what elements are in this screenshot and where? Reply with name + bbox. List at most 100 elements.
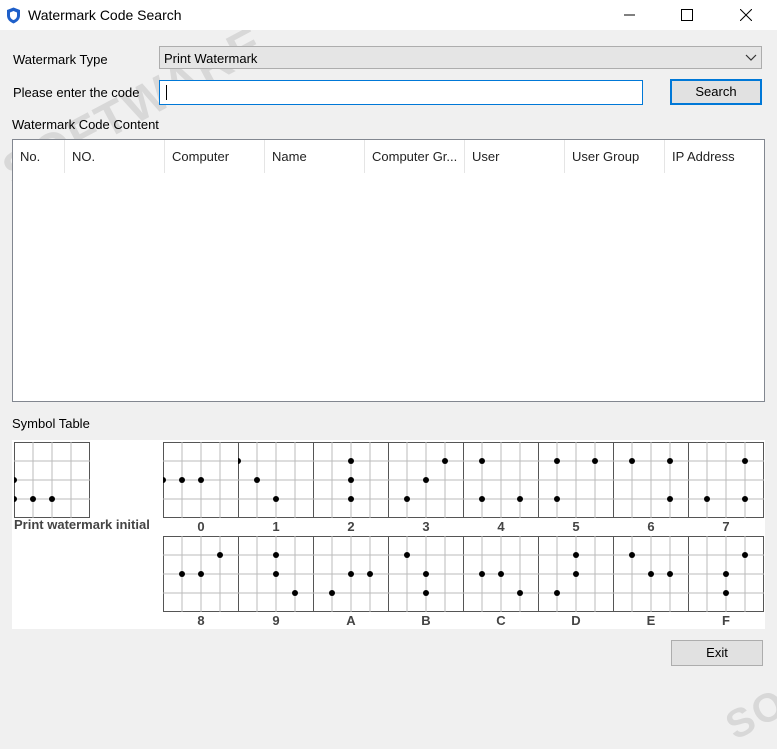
symbol-dot: [742, 496, 748, 502]
close-button[interactable]: [723, 0, 769, 30]
symbol-label-d: D: [571, 613, 581, 628]
window-title: Watermark Code Search: [28, 7, 182, 23]
maximize-icon: [681, 9, 693, 21]
close-icon: [740, 9, 752, 21]
code-content-table[interactable]: No. NO. Computer Name Computer Gr... Use…: [12, 139, 765, 402]
code-input[interactable]: [159, 80, 643, 105]
minimize-button[interactable]: [607, 0, 653, 30]
symbol-label-c: C: [496, 613, 506, 628]
symbol-dot: [348, 477, 354, 483]
column-header-user-group[interactable]: User Group: [565, 140, 665, 173]
symbol-dot: [648, 571, 654, 577]
symbol-dot: [592, 458, 598, 464]
symbol-table-label: Symbol Table: [12, 416, 90, 431]
symbol-label-a: A: [346, 613, 356, 628]
symbol-label-4: 4: [497, 519, 505, 534]
symbol-dot: [423, 590, 429, 596]
symbol-dot: [329, 590, 335, 596]
column-header-no-1[interactable]: No.: [13, 140, 65, 173]
symbol-dot: [742, 552, 748, 558]
column-header-computer-group[interactable]: Computer Gr...: [365, 140, 465, 173]
symbol-grid-2: [313, 442, 389, 518]
symbol-dot: [573, 552, 579, 558]
text-caret: [166, 85, 167, 100]
symbol-dot: [667, 496, 673, 502]
symbol-dot: [348, 571, 354, 577]
symbol-dot: [554, 496, 560, 502]
symbol-dot: [273, 571, 279, 577]
symbol-label-3: 3: [422, 519, 430, 534]
symbol-label-0: 0: [197, 519, 205, 534]
symbol-grid-d: [538, 536, 614, 612]
symbol-dot: [404, 496, 410, 502]
symbol-dot: [217, 552, 223, 558]
symbol-dot: [498, 571, 504, 577]
code-label: Please enter the code: [13, 85, 140, 100]
exit-button[interactable]: Exit: [671, 640, 763, 666]
symbol-dot: [723, 590, 729, 596]
symbol-dot: [554, 590, 560, 596]
shield-icon: [7, 7, 20, 24]
symbol-dot: [423, 477, 429, 483]
symbol-dot: [704, 496, 710, 502]
symbol-grid-3: [388, 442, 464, 518]
watermark-type-value: Print Watermark: [164, 51, 258, 66]
symbol-grid-b: [388, 536, 464, 612]
symbol-dot: [629, 552, 635, 558]
column-header-name[interactable]: Name: [265, 140, 365, 173]
symbol-dot: [367, 571, 373, 577]
symbol-grid-c: [463, 536, 539, 612]
symbol-grid-9: [238, 536, 314, 612]
column-header-user[interactable]: User: [465, 140, 565, 173]
symbol-dot: [404, 552, 410, 558]
symbol-dot: [479, 571, 485, 577]
symbol-grid-a: [313, 536, 389, 612]
symbol-dot: [442, 458, 448, 464]
symbol-grid-e: [613, 536, 689, 612]
symbol-grid-6: [613, 442, 689, 518]
content-section-label: Watermark Code Content: [12, 117, 159, 132]
symbol-dot: [179, 571, 185, 577]
chevron-down-icon: [745, 54, 757, 61]
symbol-dot: [198, 477, 204, 483]
minimize-icon: [624, 14, 635, 16]
symbol-dot: [273, 496, 279, 502]
symbol-grid-5: [538, 442, 614, 518]
symbol-dot: [573, 571, 579, 577]
symbol-grid-0: [163, 442, 239, 518]
symbol-dot: [179, 477, 185, 483]
symbol-dot: [629, 458, 635, 464]
symbol-initial-label: Print watermark initial: [14, 517, 150, 532]
symbol-initial-grid: [14, 442, 90, 518]
watermark-type-select[interactable]: Print Watermark: [159, 46, 762, 69]
symbol-dot: [479, 458, 485, 464]
symbol-dot: [254, 477, 260, 483]
symbol-dot: [30, 496, 36, 502]
symbol-label-6: 6: [647, 519, 655, 534]
symbol-dot: [348, 496, 354, 502]
symbol-dot: [423, 571, 429, 577]
column-header-ip-address[interactable]: IP Address: [665, 140, 764, 173]
symbol-dot: [479, 496, 485, 502]
symbol-dot: [517, 496, 523, 502]
symbol-dot: [292, 590, 298, 596]
symbol-grid-1: [238, 442, 314, 518]
symbol-dot: [554, 458, 560, 464]
symbol-dot: [198, 571, 204, 577]
column-header-no-2[interactable]: NO.: [65, 140, 165, 173]
search-button[interactable]: Search: [670, 79, 762, 105]
maximize-button[interactable]: [664, 0, 710, 30]
symbol-table: Print watermark initial 0 1 2 3 4 5 6 7 8 9 A B C D E F: [12, 440, 765, 629]
symbol-label-5: 5: [572, 519, 580, 534]
symbol-label-f: F: [722, 613, 730, 628]
title-bar: Watermark Code Search: [0, 0, 777, 30]
symbol-label-9: 9: [272, 613, 280, 628]
symbol-label-1: 1: [272, 519, 280, 534]
symbol-grid-f: [688, 536, 764, 612]
symbol-grid-4: [463, 442, 539, 518]
symbol-dot: [742, 458, 748, 464]
symbol-dot: [273, 552, 279, 558]
symbol-dot: [667, 458, 673, 464]
symbol-dot: [667, 571, 673, 577]
column-header-computer[interactable]: Computer: [165, 140, 265, 173]
